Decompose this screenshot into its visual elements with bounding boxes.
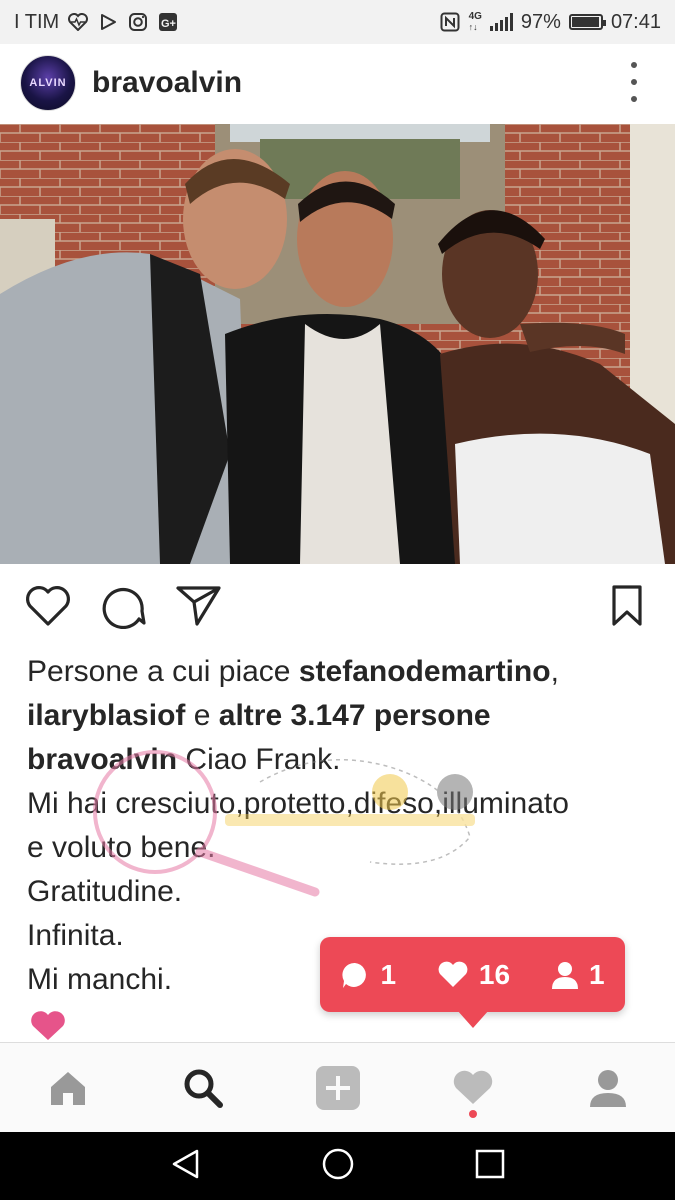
liker-link-2[interactable]: ilaryblasiof: [27, 699, 185, 732]
liker-link-1[interactable]: stefanodemartino: [299, 655, 551, 688]
carrier-label: I TIM: [14, 10, 60, 33]
search-icon: [184, 1069, 223, 1108]
data-arrows-icon: ↑↓: [468, 22, 478, 32]
post-header: ALVIN bravoalvin: [0, 44, 675, 122]
activity-heart-icon: [453, 1070, 492, 1104]
caption-line-3: e voluto bene.: [27, 831, 216, 864]
battery-icon: [568, 14, 606, 30]
post-photo[interactable]: [0, 124, 675, 564]
nfc-icon: [439, 11, 461, 33]
recents-icon[interactable]: [474, 1148, 506, 1185]
comment-icon[interactable]: [100, 580, 148, 632]
bubble-heart-icon: [438, 961, 468, 987]
instagram-post-screen: I TIM G+ 4G ↑↓ 97% 07:41 ALVIN bravoalvi…: [0, 0, 675, 1200]
signal-icon: [489, 13, 513, 31]
photo-illustration: [0, 124, 675, 564]
status-bar: I TIM G+ 4G ↑↓ 97% 07:41: [0, 0, 675, 44]
battery-fill: [571, 17, 600, 27]
heart-pulse-icon: [67, 11, 89, 33]
caption-author-link[interactable]: bravoalvin: [27, 743, 177, 776]
avatar[interactable]: ALVIN: [20, 55, 76, 111]
share-icon[interactable]: [175, 580, 223, 632]
post-actions: [0, 580, 675, 636]
activity-comments: 1: [340, 959, 396, 991]
google-plus-icon: G+: [157, 11, 179, 33]
nav-profile-icon[interactable]: [578, 1058, 638, 1118]
android-navigation-bar: [0, 1132, 675, 1200]
likes-others-link[interactable]: altre 3.147 persone: [219, 699, 491, 732]
caption-text-1: Ciao Frank.: [177, 743, 341, 776]
caption-line-1: bravoalvin Ciao Frank.: [27, 738, 657, 782]
bottom-navigation: [0, 1042, 675, 1132]
bookmark-icon[interactable]: [603, 580, 651, 632]
home-icon: [50, 1071, 85, 1105]
add-icon: [315, 1065, 360, 1110]
profile-icon: [589, 1069, 626, 1107]
likes-line-2: ilaryblasiof e altre 3.147 persone: [27, 694, 657, 738]
clock: 07:41: [610, 10, 661, 33]
status-right: 4G ↑↓ 97% 07:41: [439, 11, 661, 34]
caption-line-4: Gratitudine.: [27, 875, 183, 908]
likes-prefix: Persone a cui piace: [27, 655, 299, 688]
likes-conjunction: e: [185, 699, 219, 732]
instagram-icon: [127, 11, 149, 33]
network-label: 4G: [468, 11, 482, 22]
nav-search-icon[interactable]: [173, 1058, 233, 1118]
liked-heart-icon[interactable]: [29, 1010, 67, 1042]
home-circle-icon[interactable]: [321, 1147, 355, 1186]
likes-line-1: Persone a cui piace stefanodemartino,: [27, 650, 657, 694]
battery-percent: 97%: [520, 10, 561, 33]
nav-add-icon[interactable]: [308, 1058, 368, 1118]
svg-text:G+: G+: [161, 18, 176, 30]
bubble-person-icon: [551, 961, 578, 989]
nav-activity-icon[interactable]: [443, 1058, 503, 1118]
status-left: I TIM G+: [14, 11, 179, 34]
post-username[interactable]: bravoalvin: [92, 66, 242, 100]
activity-likes-count: 16: [478, 958, 511, 990]
heart-icon[interactable]: [24, 580, 72, 632]
nav-home-icon[interactable]: [38, 1058, 98, 1118]
activity-followers: 1: [551, 959, 605, 991]
avatar-logo-text: ALVIN: [29, 77, 67, 89]
more-options-icon[interactable]: [629, 62, 639, 102]
network-type: 4G ↑↓: [468, 11, 482, 33]
activity-dot: [468, 1109, 477, 1118]
activity-followers-count: 1: [588, 958, 605, 990]
activity-likes: 16: [437, 959, 510, 991]
back-icon[interactable]: [169, 1147, 203, 1186]
likes-separator: ,: [550, 655, 559, 688]
bubble-comment-icon: [342, 962, 367, 988]
activity-comments-count: 1: [380, 958, 397, 990]
activity-notification-bubble[interactable]: 1 16 1: [320, 937, 625, 1028]
caption-line-2: Mi hai cresciuto,protetto,difeso,illumin…: [27, 787, 569, 820]
play-store-icon: [97, 11, 119, 33]
